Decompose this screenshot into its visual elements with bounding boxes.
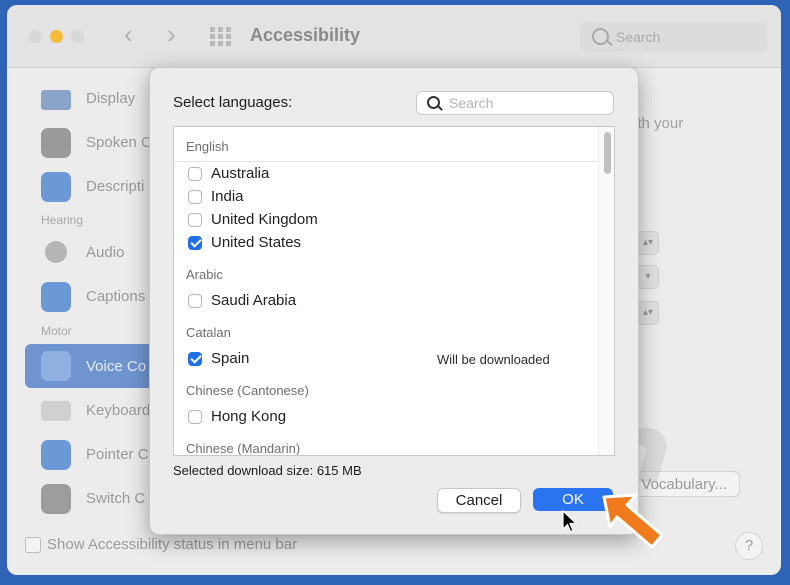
group-divider [174,161,598,162]
select-languages-sheet: Select languages: Search English Austral… [149,67,639,535]
help-button[interactable]: ? [735,532,763,560]
sheet-title: Select languages: [173,94,293,111]
list-item-australia[interactable]: Australia [186,164,596,186]
group-header-english: English [186,139,229,154]
list-item-india[interactable]: India [186,187,596,209]
cancel-button[interactable]: Cancel [437,488,521,513]
zoom-window-button[interactable] [71,30,84,43]
background-description-fragment: ith your [634,115,684,132]
checkbox-india[interactable] [188,190,202,204]
list-item-hong-kong[interactable]: Hong Kong [186,407,596,429]
close-window-button[interactable] [29,30,42,43]
list-item-label: India [211,188,244,205]
checkbox-hong-kong[interactable] [188,410,202,424]
scrollbar-thumb[interactable] [604,132,611,174]
language-list[interactable]: English Australia India United Kingdom U… [173,126,615,456]
descriptions-icon [41,172,71,202]
checkbox-united-states[interactable] [188,236,202,250]
checkbox-saudi-arabia[interactable] [188,294,202,308]
sidebar-header-hearing: Hearing [41,213,84,227]
list-item-label: Australia [211,165,270,182]
spoken-content-icon [41,128,71,158]
display-icon [41,90,71,110]
download-size-label: Selected download size: 615 MB [173,463,362,478]
checkbox-united-kingdom[interactable] [188,213,202,227]
group-header-catalan: Catalan [186,325,231,340]
sidebar-item-label: Descripti [86,178,145,195]
sidebar-item-label: Voice Co [86,358,147,375]
audio-icon [45,241,67,263]
list-item-saudi-arabia[interactable]: Saudi Arabia [186,291,596,313]
list-item-united-states[interactable]: United States [186,233,596,255]
group-header-arabic: Arabic [186,267,223,282]
captions-icon [41,282,71,312]
show-status-label: Show Accessibility status in menu bar [47,536,298,553]
group-header-chinese-mandarin: Chinese (Mandarin) [186,441,301,456]
list-item-spain[interactable]: Spain Will be downloaded [186,349,596,371]
checkbox-spain[interactable] [188,352,202,366]
sidebar-item-label: Pointer C [86,446,149,463]
minimize-window-button[interactable] [50,30,63,43]
list-item-label: United States [211,234,302,251]
sidebar-header-motor: Motor [41,324,72,338]
sidebar-item-label: Display [86,90,136,107]
sidebar-item-label: Audio [86,244,125,261]
language-search-field[interactable]: Search [416,91,614,115]
list-item-label: Hong Kong [211,408,287,425]
pointer-control-icon [41,440,71,470]
back-chevron-icon[interactable]: ‹ [124,19,133,50]
search-icon [427,96,440,109]
forward-chevron-icon[interactable]: › [167,19,176,50]
background-popup-chevron[interactable]: ▾ [637,265,659,289]
list-item-united-kingdom[interactable]: United Kingdom [186,210,596,232]
mouse-pointer-icon [562,510,578,533]
window-search-field[interactable]: Search [580,22,767,52]
group-header-chinese-cantonese: Chinese (Cantonese) [186,383,309,398]
sidebar-item-label: Keyboard [86,402,151,419]
search-icon [592,28,609,45]
keyboard-icon [41,401,71,421]
list-item-label: Saudi Arabia [211,292,297,309]
switch-control-icon [41,484,71,514]
sidebar-item-label: Switch C [86,490,146,507]
show-status-checkbox[interactable] [25,537,41,553]
language-search-placeholder: Search [449,95,494,111]
sidebar-item-label: Captions [86,288,146,305]
sidebar-item-label: Spoken C [86,134,152,151]
background-popup-stepper-2[interactable]: ▴▾ [637,301,659,325]
download-note: Will be downloaded [437,352,550,367]
show-all-grid-icon[interactable] [210,27,234,46]
window-search-placeholder: Search [616,29,661,45]
list-item-label: Spain [211,350,250,367]
window-title: Accessibility [250,25,361,45]
window-toolbar: ‹ › Accessibility Search [7,5,781,68]
sidebar: Display Spoken C Descripti Hearing Audio… [7,68,175,573]
background-popup-stepper[interactable]: ▴▾ [637,231,659,255]
orange-arrow-icon [602,493,664,549]
voice-control-icon [41,351,71,381]
list-scrollbar[interactable] [598,127,614,455]
checkbox-australia[interactable] [188,167,202,181]
list-item-label: United Kingdom [211,211,318,228]
